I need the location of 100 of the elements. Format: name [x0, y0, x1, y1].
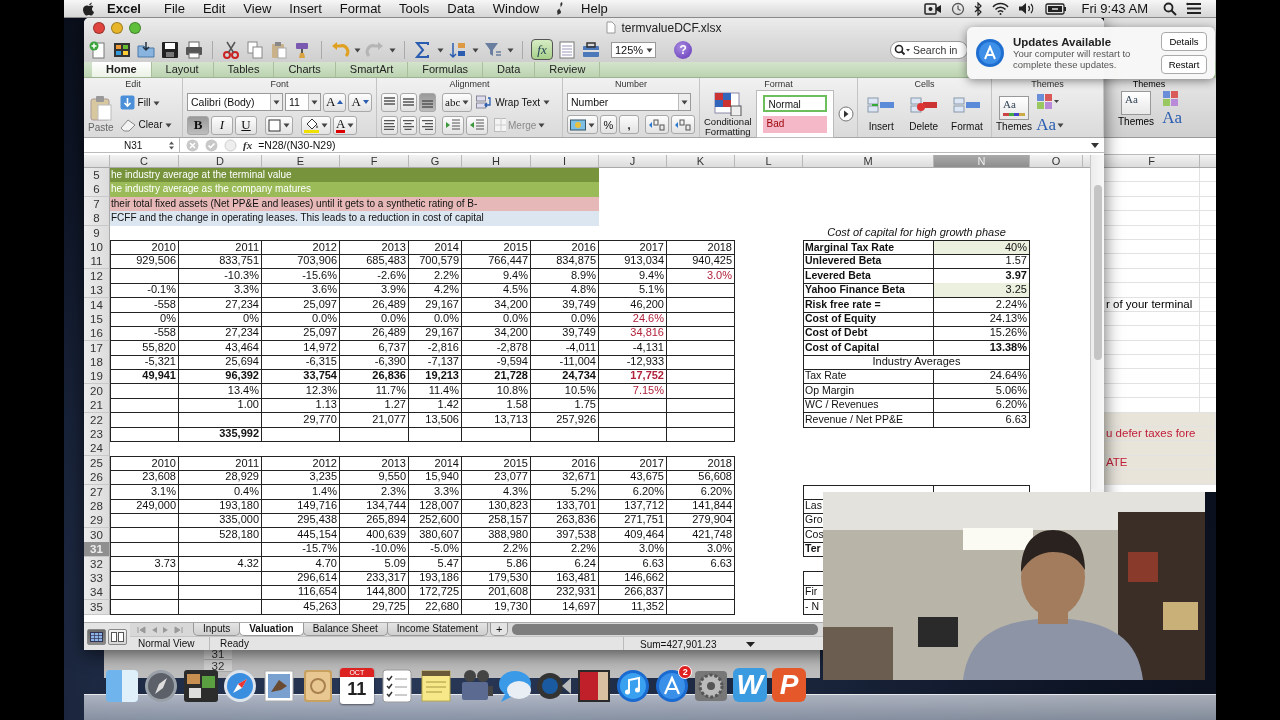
- formula-builder-button[interactable]: fx: [531, 39, 553, 60]
- align-button[interactable]: [400, 115, 417, 135]
- speaker-icon[interactable]: [1017, 2, 1036, 15]
- menu-item[interactable]: Excel: [95, 0, 155, 17]
- music-note-icon[interactable]: [614, 668, 651, 704]
- cell-style[interactable]: Normal: [762, 95, 827, 112]
- column-header[interactable]: O: [1030, 155, 1083, 167]
- percent-button[interactable]: %: [600, 115, 617, 134]
- delete-button[interactable]: Delete: [908, 95, 939, 132]
- color-palette-icon[interactable]: [1162, 90, 1181, 108]
- battery-icon[interactable]: [1044, 2, 1067, 15]
- decimal-button[interactable]: [645, 115, 669, 134]
- font-color-button[interactable]: A: [333, 115, 358, 135]
- align-button[interactable]: [419, 115, 436, 135]
- view-button[interactable]: [87, 629, 106, 645]
- cut-icon[interactable]: [221, 39, 241, 60]
- function-label[interactable]: fx: [243, 139, 253, 151]
- menu-clock[interactable]: Fri 9:43 AM: [1075, 0, 1154, 17]
- video-camera-icon[interactable]: [923, 2, 942, 15]
- dropdown-icon[interactable]: [1090, 141, 1100, 149]
- theme-fonts-button[interactable]: Aa: [1036, 114, 1064, 135]
- indent-button[interactable]: [466, 115, 488, 135]
- search-field[interactable]: Search in: [890, 40, 968, 59]
- indent-button[interactable]: [442, 115, 464, 135]
- column-header[interactable]: F: [340, 155, 409, 167]
- search-icon[interactable]: [1163, 1, 1177, 16]
- minimize-button[interactable]: [111, 21, 123, 34]
- save-icon[interactable]: [160, 39, 180, 60]
- menu-item[interactable]: Help: [572, 0, 617, 17]
- menu-item[interactable]: Insert: [280, 0, 331, 17]
- ribbon-tab[interactable]: Review: [535, 62, 601, 77]
- app-icon[interactable]: P: [772, 668, 807, 702]
- borders-button[interactable]: [265, 115, 293, 135]
- grow-font-button[interactable]: A: [323, 92, 347, 112]
- comma-button[interactable]: ,: [619, 115, 639, 134]
- bold-button[interactable]: B: [187, 115, 209, 135]
- color-palette-icon[interactable]: [1036, 92, 1061, 111]
- paste-button[interactable]: Paste: [88, 94, 114, 133]
- list-icon[interactable]: [1186, 2, 1202, 15]
- curtain-icon[interactable]: [575, 668, 612, 704]
- column-header[interactable]: H: [462, 155, 531, 167]
- zoom-button[interactable]: [129, 21, 141, 34]
- arrow-circle-icon[interactable]: [837, 106, 854, 122]
- clear-button[interactable]: Clear: [117, 115, 175, 134]
- menu-item[interactable]: View: [234, 0, 281, 17]
- scrollbar[interactable]: [1091, 155, 1104, 489]
- ribbon-tab[interactable]: SmartArt: [335, 62, 409, 77]
- decimal-button[interactable]: [671, 115, 695, 134]
- apple-icon[interactable]: [82, 1, 95, 16]
- insert-button[interactable]: Insert: [866, 95, 897, 132]
- menu-item[interactable]: Tools: [390, 0, 439, 17]
- sheet-tab[interactable]: Valuation: [239, 623, 304, 636]
- themes-button[interactable]: Aa Themes: [1118, 91, 1155, 127]
- italic-button[interactable]: I: [211, 115, 233, 135]
- column-header[interactable]: G: [409, 155, 462, 167]
- column-header[interactable]: E: [262, 155, 340, 167]
- fill-color-button[interactable]: [301, 115, 331, 135]
- vertical-align-button[interactable]: [400, 92, 417, 112]
- gear-icon[interactable]: [693, 668, 730, 704]
- notification-button[interactable]: Details: [1161, 32, 1207, 51]
- horizontal-scrollbar[interactable]: [512, 624, 818, 635]
- ribbon-tab[interactable]: Data: [483, 62, 536, 77]
- vertical-align-button[interactable]: [381, 92, 398, 112]
- open-folder-icon[interactable]: [136, 39, 156, 60]
- row-header[interactable]: 11: [84, 254, 110, 270]
- bluetooth-icon[interactable]: [973, 1, 983, 16]
- add-sheet-button[interactable]: +: [489, 623, 509, 636]
- ribbon-tab[interactable]: Layout: [151, 62, 214, 77]
- ribbon-tab[interactable]: Tables: [213, 62, 275, 77]
- row-header[interactable]: 8: [84, 211, 110, 227]
- row-header[interactable]: 13: [84, 283, 110, 299]
- column-header[interactable]: K: [667, 155, 735, 167]
- clock-icon[interactable]: [950, 1, 965, 16]
- cell-style[interactable]: Bad: [762, 116, 827, 133]
- toolbox-icon[interactable]: [581, 39, 601, 60]
- underline-button[interactable]: U: [235, 115, 257, 135]
- row-header[interactable]: 6: [84, 182, 110, 198]
- font-size-field[interactable]: 11: [285, 93, 321, 111]
- close-button[interactable]: [93, 21, 105, 34]
- menu-item[interactable]: Data: [438, 0, 484, 17]
- orientation-button[interactable]: abc: [442, 92, 473, 112]
- paste-icon[interactable]: [269, 39, 289, 60]
- menu-item[interactable]: Window: [483, 0, 549, 17]
- rocket-icon[interactable]: [143, 668, 180, 704]
- column-header[interactable]: J: [599, 155, 667, 167]
- column-header[interactable]: D: [179, 155, 262, 167]
- search-icon[interactable]: [894, 43, 910, 56]
- column-header[interactable]: I: [531, 155, 599, 167]
- name-box[interactable]: N31: [84, 137, 180, 153]
- fill-button[interactable]: Fill: [117, 93, 175, 112]
- sheet-tab[interactable]: Balance Sheet: [302, 623, 388, 636]
- wrap-text-button[interactable]: Wrap Text: [474, 93, 552, 111]
- sheet-tab[interactable]: Inputs: [193, 623, 241, 636]
- ribbon-tab[interactable]: Formulas: [408, 62, 484, 77]
- help-button[interactable]: ?: [674, 40, 693, 59]
- notification-button[interactable]: Restart: [1161, 55, 1207, 74]
- menu-item[interactable]: Format: [330, 0, 390, 17]
- compass-icon[interactable]: [221, 668, 258, 704]
- column-header[interactable]: C: [110, 155, 179, 167]
- zoom-field[interactable]: 125%: [611, 41, 657, 58]
